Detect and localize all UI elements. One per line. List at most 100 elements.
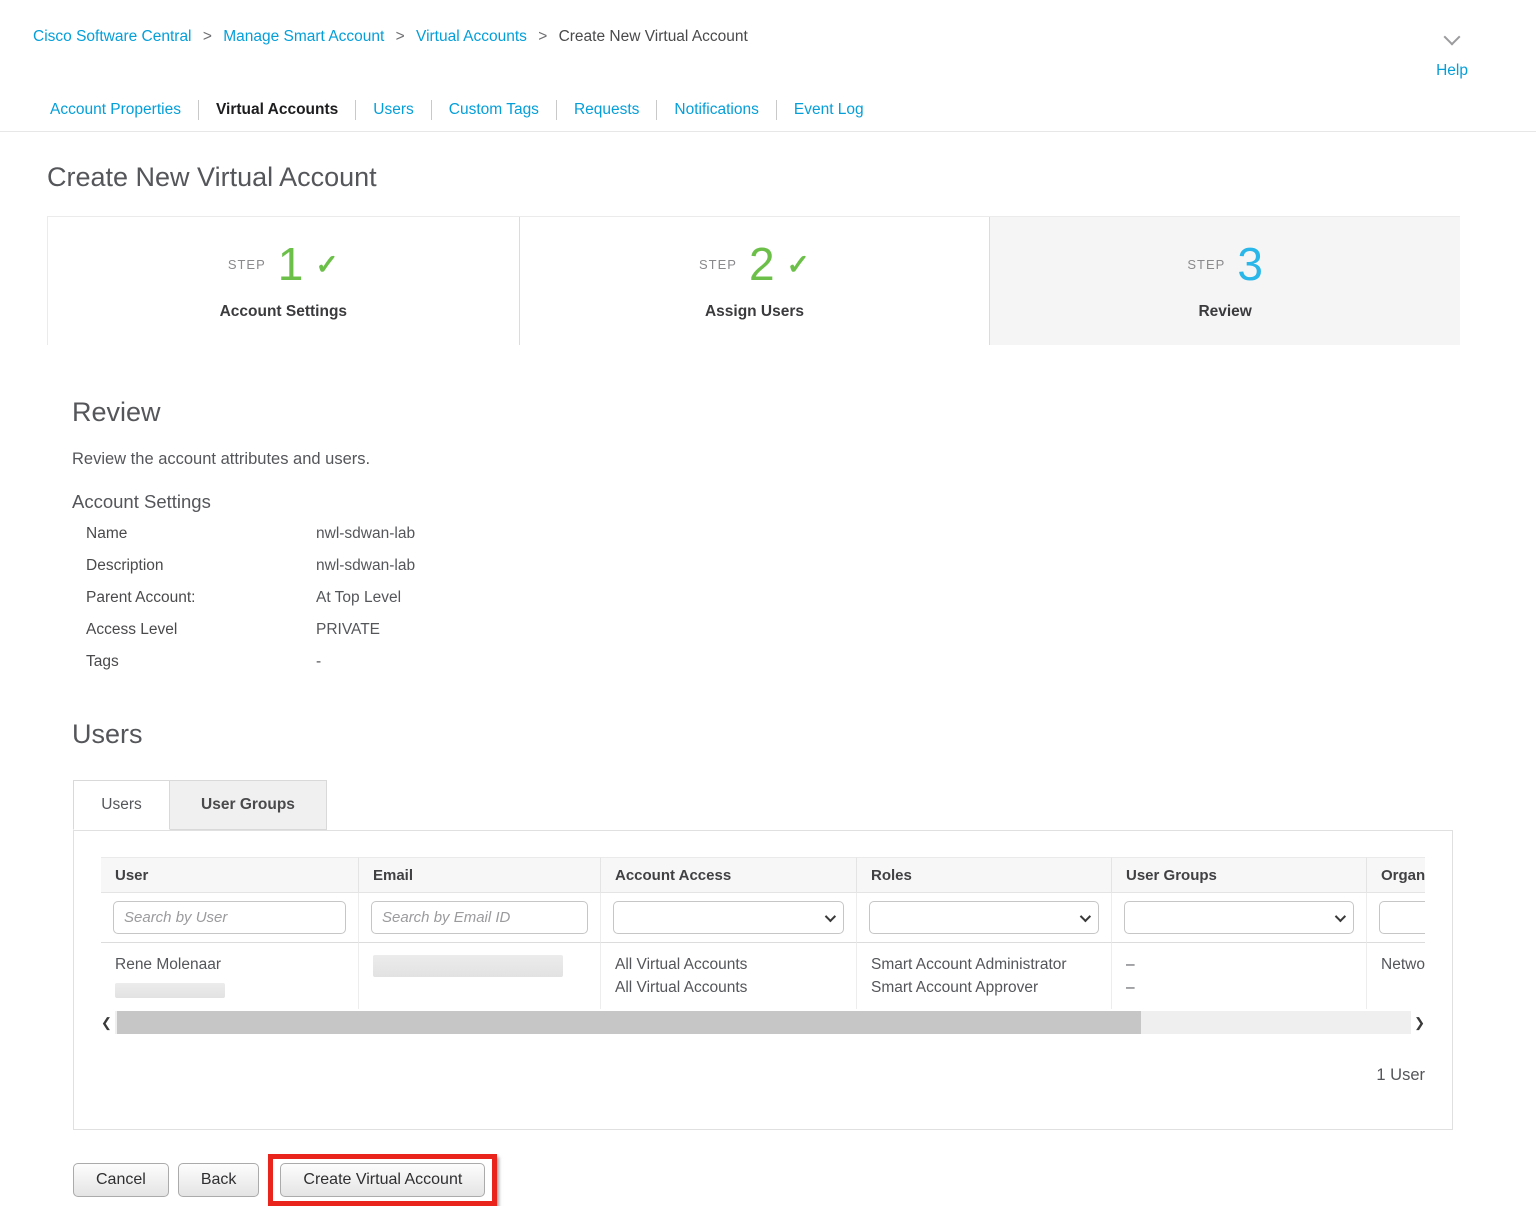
breadcrumb-link-manage-smart-account[interactable]: Manage Smart Account xyxy=(223,28,384,45)
field-value: - xyxy=(316,651,321,673)
chevron-right-icon[interactable]: ❯ xyxy=(1411,1011,1425,1034)
users-table-panel: User Email Account Access Roles User Gro… xyxy=(73,830,1453,1130)
column-header-email[interactable]: Email xyxy=(358,857,600,893)
account-nav-tabs: Account Properties Virtual Accounts User… xyxy=(0,88,1536,132)
filter-cell-email xyxy=(358,893,600,943)
field-value: At Top Level xyxy=(316,587,401,609)
breadcrumb-separator: > xyxy=(203,28,212,45)
chevron-left-icon[interactable]: ❮ xyxy=(101,1011,115,1034)
checkmark-icon: ✓ xyxy=(787,248,810,281)
role-line: Smart Account Approver xyxy=(871,976,1111,999)
review-section: Review Review the account attributes and… xyxy=(72,397,1536,673)
organization-line: Networ xyxy=(1381,953,1425,976)
user-name: Rene Molenaar xyxy=(115,953,358,976)
users-table: User Email Account Access Roles User Gro… xyxy=(101,857,1425,1009)
breadcrumb-separator: > xyxy=(396,28,405,45)
back-button[interactable]: Back xyxy=(178,1163,260,1197)
chevron-down-icon xyxy=(1335,910,1346,921)
subtab-users[interactable]: Users xyxy=(73,780,170,830)
step-3-review: STEP 3 Review xyxy=(989,217,1460,345)
breadcrumb-link-cisco-software-central[interactable]: Cisco Software Central xyxy=(33,28,192,45)
tab-users[interactable]: Users xyxy=(355,100,430,120)
roles-filter-select[interactable] xyxy=(869,901,1099,934)
field-value: PRIVATE xyxy=(316,619,380,641)
breadcrumb-separator: > xyxy=(538,28,547,45)
tab-account-properties[interactable]: Account Properties xyxy=(33,100,198,120)
redacted-user-id xyxy=(115,983,225,998)
top-right-area: Help xyxy=(1436,30,1468,80)
checkmark-icon: ✓ xyxy=(315,248,338,281)
tab-event-log[interactable]: Event Log xyxy=(776,100,881,120)
step-number: 2 xyxy=(749,241,775,287)
account-access-filter-select[interactable] xyxy=(613,901,844,934)
field-value: nwl-sdwan-lab xyxy=(316,555,415,577)
column-header-account-access[interactable]: Account Access xyxy=(600,857,856,893)
tab-custom-tags[interactable]: Custom Tags xyxy=(431,100,556,120)
step-word: STEP xyxy=(1187,257,1225,272)
tab-requests[interactable]: Requests xyxy=(556,100,656,120)
step-title: Assign Users xyxy=(705,303,804,321)
tab-virtual-accounts[interactable]: Virtual Accounts xyxy=(198,100,355,120)
horizontal-scrollbar[interactable]: ❮ ❯ xyxy=(101,1011,1425,1034)
user-group-line: – xyxy=(1126,976,1366,999)
table-row-user-cell: Rene Molenaar xyxy=(101,943,358,1009)
cancel-button[interactable]: Cancel xyxy=(73,1163,169,1197)
scrollbar-track[interactable] xyxy=(115,1011,1411,1034)
field-value: nwl-sdwan-lab xyxy=(316,523,415,545)
role-line: Smart Account Administrator xyxy=(871,953,1111,976)
filter-cell-user-groups xyxy=(1111,893,1366,943)
subtab-user-groups[interactable]: User Groups xyxy=(170,780,327,830)
column-header-user[interactable]: User xyxy=(101,857,358,893)
page-title: Create New Virtual Account xyxy=(47,162,1536,193)
step-indicator: STEP 1 ✓ Account Settings STEP 2 ✓ Assig… xyxy=(47,216,1460,345)
table-row-email-cell xyxy=(358,943,600,1009)
help-link[interactable]: Help xyxy=(1436,62,1468,80)
filter-cell-roles xyxy=(856,893,1111,943)
create-virtual-account-button[interactable]: Create Virtual Account xyxy=(280,1163,485,1197)
step-title: Account Settings xyxy=(220,303,347,321)
filter-cell-organization xyxy=(1366,893,1425,943)
breadcrumb-current: Create New Virtual Account xyxy=(559,28,748,45)
table-row-organization-cell: Networ xyxy=(1366,943,1425,1009)
step-number: 3 xyxy=(1237,241,1263,287)
user-groups-filter-select[interactable] xyxy=(1124,901,1354,934)
chevron-down-icon xyxy=(825,910,836,921)
scrollbar-thumb[interactable] xyxy=(117,1011,1141,1034)
users-sub-tabs: Users User Groups xyxy=(73,780,1536,830)
review-subtitle: Review the account attributes and users. xyxy=(72,450,1536,469)
step-2-assign-users: STEP 2 ✓ Assign Users xyxy=(519,217,990,345)
organization-filter-select[interactable] xyxy=(1379,901,1425,934)
account-settings-heading: Account Settings xyxy=(72,491,1536,513)
field-label: Description xyxy=(86,555,316,577)
chevron-down-icon xyxy=(1080,910,1091,921)
account-access-line: All Virtual Accounts xyxy=(615,953,856,976)
column-header-roles[interactable]: Roles xyxy=(856,857,1111,893)
table-row-account-access-cell: All Virtual Accounts All Virtual Account… xyxy=(600,943,856,1009)
step-1-account-settings: STEP 1 ✓ Account Settings xyxy=(48,217,519,345)
tab-notifications[interactable]: Notifications xyxy=(656,100,775,120)
step-word: STEP xyxy=(699,257,737,272)
chevron-down-icon[interactable] xyxy=(1444,29,1461,46)
users-heading: Users xyxy=(72,719,1536,750)
step-title: Review xyxy=(1198,303,1251,321)
table-row-user-groups-cell: – – xyxy=(1111,943,1366,1009)
field-label: Name xyxy=(86,523,316,545)
step-word: STEP xyxy=(228,257,266,272)
filter-cell-account-access xyxy=(600,893,856,943)
step-number: 1 xyxy=(278,241,304,287)
breadcrumb: Cisco Software Central > Manage Smart Ac… xyxy=(0,0,1536,46)
search-by-user-input[interactable] xyxy=(113,901,346,934)
search-by-email-input[interactable] xyxy=(371,901,588,934)
column-header-user-groups[interactable]: User Groups xyxy=(1111,857,1366,893)
review-field-name: Name nwl-sdwan-lab xyxy=(72,523,1536,545)
column-header-organization[interactable]: Organi xyxy=(1366,857,1425,893)
field-label: Parent Account: xyxy=(86,587,316,609)
review-field-parent-account: Parent Account: At Top Level xyxy=(72,587,1536,609)
field-label: Tags xyxy=(86,651,316,673)
breadcrumb-link-virtual-accounts[interactable]: Virtual Accounts xyxy=(416,28,527,45)
footer-actions: Cancel Back Create Virtual Account xyxy=(73,1154,1536,1206)
red-highlight-annotation: Create Virtual Account xyxy=(268,1154,497,1206)
review-heading: Review xyxy=(72,397,1536,428)
user-count-label: 1 User xyxy=(101,1066,1425,1085)
account-access-line: All Virtual Accounts xyxy=(615,976,856,999)
